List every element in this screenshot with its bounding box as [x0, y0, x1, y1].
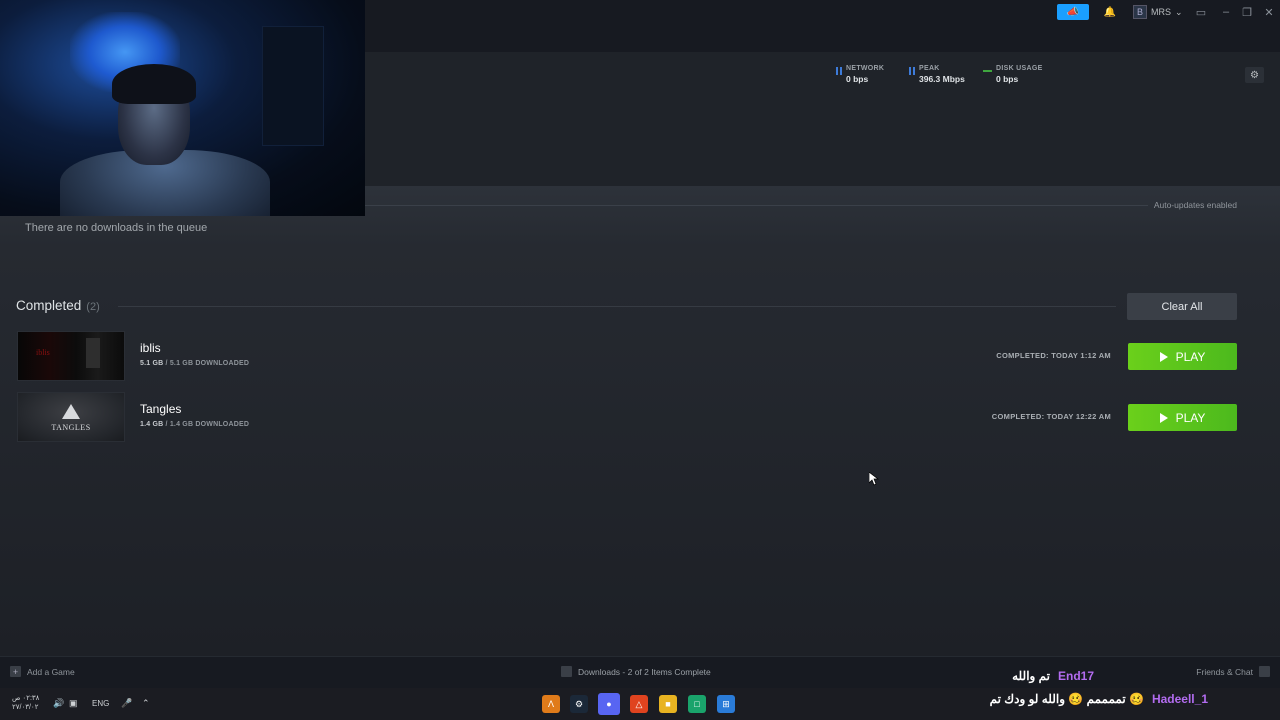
- play-button[interactable]: PLAY: [1128, 404, 1237, 431]
- add-game-label: Add a Game: [27, 666, 75, 677]
- completed-time: COMPLETED: TODAY 1:12 AM: [996, 351, 1111, 360]
- completed-time: COMPLETED: TODAY 12:22 AM: [991, 412, 1111, 421]
- downloads-main: Auto-updates enabled There are no downlo…: [0, 186, 1280, 656]
- friends-chat-button[interactable]: Friends & Chat: [1196, 666, 1270, 677]
- divider: [118, 306, 1116, 307]
- steam-icon[interactable]: ⚙: [570, 695, 588, 713]
- completed-header: Completed (2): [16, 298, 100, 313]
- completed-title: Completed: [16, 298, 82, 313]
- stat-network: NETWORK 0 bps: [836, 65, 884, 84]
- chat-message: تم والله End17: [1012, 669, 1094, 683]
- queue-empty-text: There are no downloads in the queue: [25, 222, 208, 234]
- chat-text: تم والله: [1012, 669, 1050, 683]
- tangles-logo-icon: [62, 404, 80, 419]
- bell-icon[interactable]: 🔔: [1100, 4, 1120, 20]
- download-icon: [561, 666, 572, 677]
- avatar: B: [1133, 5, 1147, 19]
- chat-text: تممممم 🥴 والله لو ودك تم 🥴: [989, 692, 1144, 706]
- app-icon-green[interactable]: □: [688, 695, 706, 713]
- brave-icon[interactable]: △: [630, 695, 648, 713]
- stat-value: 0 bps: [846, 74, 869, 84]
- game-thumbnail[interactable]: TANGLES: [17, 392, 125, 442]
- auto-updates-status[interactable]: Auto-updates enabled: [1154, 200, 1237, 210]
- friends-chat-label: Friends & Chat: [1196, 666, 1253, 677]
- size-done: 1.4 GB: [140, 421, 164, 428]
- thumbnail-title: TANGLES: [51, 423, 91, 432]
- stat-label: NETWORK: [846, 65, 885, 72]
- chat-username: Hadeell_1: [1151, 692, 1208, 706]
- stat-peak: PEAK 396.3 Mbps: [909, 65, 965, 84]
- stat-disk-usage: DISK USAGE 0 bps: [983, 65, 1043, 84]
- downloads-status-label: Downloads - 2 of 2 Items Complete: [578, 666, 711, 677]
- play-icon: [1159, 412, 1168, 423]
- play-label: PLAY: [1175, 349, 1206, 364]
- size-done: 5.1 GB: [140, 360, 164, 367]
- volume-icon[interactable]: 🔊: [53, 698, 64, 709]
- close-icon[interactable]: ✕: [1259, 3, 1279, 21]
- user-name: MRS: [1151, 7, 1171, 17]
- language-indicator[interactable]: ENG: [92, 699, 109, 708]
- chat-message: تممممم 🥴 والله لو ودك تم 🥴 Hadeell_1: [990, 692, 1208, 706]
- clock-date: ٢٧/٠٣/٠٢: [12, 704, 39, 711]
- play-button[interactable]: PLAY: [1128, 343, 1237, 370]
- clock-time: ٠٢:٣٨ ص: [12, 695, 40, 702]
- play-icon: [1159, 351, 1168, 362]
- play-label: PLAY: [1175, 410, 1206, 425]
- stat-label: DISK USAGE: [996, 65, 1043, 72]
- game-name[interactable]: iblis: [140, 341, 161, 355]
- stat-value: 396.3 Mbps: [919, 74, 965, 84]
- webcam-person: [112, 64, 196, 104]
- network-icon[interactable]: ▣: [69, 698, 78, 709]
- chevron-down-icon: ⌄: [1175, 6, 1183, 17]
- download-size: 5.1 GB / 5.1 GB DOWNLOADED: [140, 360, 249, 367]
- clear-all-button[interactable]: Clear All: [1127, 293, 1237, 320]
- microphone-icon[interactable]: 🎤: [121, 698, 132, 709]
- size-total: / 1.4 GB DOWNLOADED: [165, 421, 250, 428]
- discord-icon[interactable]: ●: [598, 693, 620, 715]
- file-explorer-icon[interactable]: ■: [659, 695, 677, 713]
- network-legend-icon: [836, 67, 842, 75]
- download-row-iblis: iblis iblis 5.1 GB / 5.1 GB DOWNLOADED C…: [17, 331, 1237, 381]
- megaphone-icon[interactable]: 📣: [1057, 4, 1089, 20]
- clock[interactable]: ٠٢:٣٨ ص ٢٧/٠٣/٠٢: [12, 694, 39, 712]
- completed-count: (2): [86, 301, 100, 313]
- downloads-status-button[interactable]: Downloads - 2 of 2 Items Complete: [561, 666, 711, 677]
- chat-username: End17: [1057, 669, 1094, 683]
- disk-legend-icon: [983, 70, 992, 72]
- stat-value: 0 bps: [996, 74, 1019, 84]
- game-name[interactable]: Tangles: [140, 402, 181, 416]
- windows-start-icon[interactable]: ⊞: [717, 695, 735, 713]
- stat-label: PEAK: [919, 65, 940, 72]
- chevron-up-icon[interactable]: ⌃: [142, 698, 150, 709]
- thumbnail-art: iblis: [36, 348, 50, 357]
- gear-icon[interactable]: ⚙: [1245, 67, 1264, 83]
- add-game-button[interactable]: + Add a Game: [10, 666, 75, 677]
- minimize-icon[interactable]: –: [1216, 3, 1236, 21]
- size-total: / 5.1 GB DOWNLOADED: [165, 360, 250, 367]
- peak-legend-icon: [909, 67, 915, 75]
- webcam-overlay: [0, 0, 365, 216]
- download-size: 1.4 GB / 1.4 GB DOWNLOADED: [140, 421, 249, 428]
- app-icon-orange[interactable]: Λ: [542, 695, 560, 713]
- maximize-icon[interactable]: ❐: [1237, 3, 1257, 21]
- user-menu[interactable]: B MRS ⌄: [1133, 3, 1183, 21]
- download-row-tangles: TANGLES Tangles 1.4 GB / 1.4 GB DOWNLOAD…: [17, 392, 1237, 442]
- plus-icon: +: [10, 666, 21, 677]
- webcam-background: [262, 26, 324, 146]
- monitor-icon[interactable]: ▭: [1191, 3, 1211, 21]
- thumbnail-art: [86, 338, 100, 368]
- chat-icon: [1259, 666, 1270, 677]
- game-thumbnail[interactable]: iblis: [17, 331, 125, 381]
